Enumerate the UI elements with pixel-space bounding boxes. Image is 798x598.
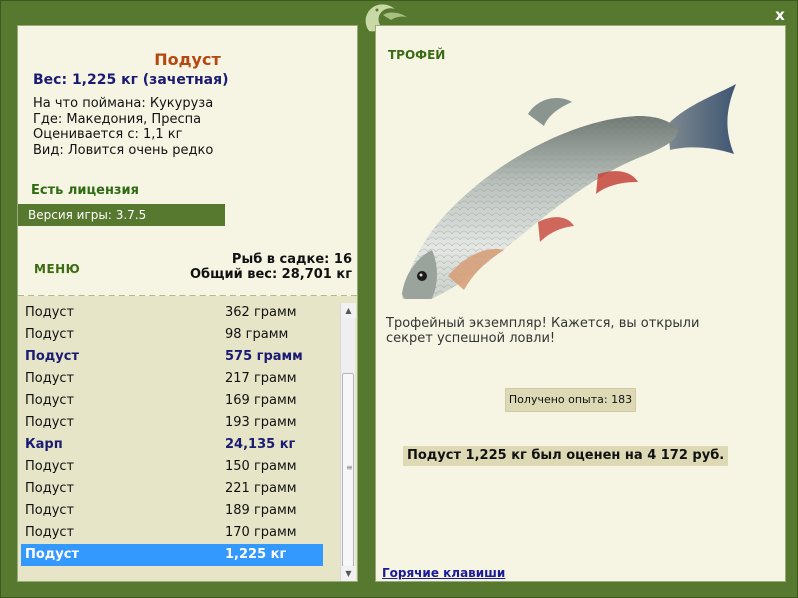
fish-weight: 193 грамм bbox=[225, 415, 297, 430]
list-item[interactable]: Подуст 170 грамм bbox=[21, 522, 323, 544]
close-icon: x bbox=[775, 6, 785, 24]
fish-weight: 575 грамм bbox=[225, 349, 303, 364]
trophy-panel: ТРОФЕЙ Трофейный экземпляр! Кажется, вы … bbox=[375, 25, 786, 582]
fish-name-title: Подуст bbox=[154, 50, 221, 69]
game-version: Версия игры: 3.7.5 bbox=[18, 204, 225, 226]
menu-button[interactable]: МЕНЮ bbox=[34, 262, 80, 276]
fish-name: Подуст bbox=[25, 415, 75, 430]
fish-weight: 362 грамм bbox=[225, 305, 297, 320]
list-item-trophy[interactable]: Карп 24,135 кг bbox=[21, 434, 323, 456]
fish-weight: 189 грамм bbox=[225, 503, 297, 518]
fish-image bbox=[402, 84, 736, 299]
list-item[interactable]: Подуст 362 грамм bbox=[21, 302, 323, 324]
fish-info-panel: Подуст Вес: 1,225 кг (зачетная) На что п… bbox=[17, 25, 358, 582]
keepnet-count: Рыб в садке: 16 bbox=[231, 252, 352, 267]
fish-name: Подуст bbox=[25, 393, 75, 408]
fish-name: Подуст bbox=[25, 503, 75, 518]
list-item[interactable]: Подуст 221 грамм bbox=[21, 478, 323, 500]
fish-weight: Вес: 1,225 кг (зачетная) bbox=[33, 72, 229, 88]
fish-weight: 170 грамм bbox=[225, 525, 297, 540]
list-item[interactable]: Подуст 98 грамм bbox=[21, 324, 323, 346]
xp-badge: Получено опыта: 183 bbox=[505, 388, 636, 412]
list-item[interactable]: Подуст 189 грамм bbox=[21, 500, 323, 522]
keepnet-total-weight: Общий вес: 28,701 кг bbox=[189, 267, 352, 282]
license-status: Есть лицензия bbox=[31, 183, 139, 198]
scroll-down-icon[interactable]: ▼ bbox=[341, 566, 356, 581]
trophy-message: Трофейный экземпляр! Кажется, вы открыли… bbox=[386, 316, 700, 346]
fish-weight: 98 грамм bbox=[225, 327, 289, 342]
fish-name: Подуст bbox=[25, 459, 75, 474]
fish-name: Подуст bbox=[25, 371, 75, 386]
fish-name: Подуст bbox=[25, 481, 75, 496]
fish-weight: 24,135 кг bbox=[225, 437, 296, 452]
scrollbar-thumb[interactable]: ≡ bbox=[342, 373, 354, 567]
list-item-selected[interactable]: Подуст 1,225 кг bbox=[21, 544, 323, 566]
catch-list-scrollbar[interactable]: ▲ ≡ ▼ bbox=[340, 303, 356, 581]
fish-name: Подуст bbox=[25, 547, 80, 562]
fish-name: Карп bbox=[25, 437, 63, 452]
catch-list: Подуст 362 грамм Подуст 98 грамм Подуст 575… bbox=[21, 302, 323, 566]
scroll-up-icon[interactable]: ▲ bbox=[341, 303, 356, 318]
close-button[interactable]: x bbox=[771, 6, 789, 24]
rarity-info: Вид: Ловится очень редко bbox=[33, 143, 214, 158]
list-item[interactable]: Подуст 193 грамм bbox=[21, 412, 323, 434]
fish-name: Подуст bbox=[25, 525, 75, 540]
list-item-trophy[interactable]: Подуст 575 грамм bbox=[21, 346, 323, 368]
grip-icon: ≡ bbox=[346, 463, 353, 472]
list-item[interactable]: Подуст 169 грамм bbox=[21, 390, 323, 412]
fish-weight: 1,225 кг bbox=[225, 547, 287, 562]
bait-info: На что поймана: Кукуруза bbox=[33, 96, 214, 111]
evaluation-text: Подуст 1,225 кг был оценен на 4 172 руб. bbox=[403, 446, 729, 466]
list-item[interactable]: Подуст 217 грамм bbox=[21, 368, 323, 390]
place-info: Где: Македония, Преспа bbox=[33, 112, 202, 127]
fish-name: Подуст bbox=[25, 349, 80, 364]
keepnet-stats: Рыб в садке: 16 Общий вес: 28,701 кг bbox=[190, 252, 352, 282]
list-item[interactable]: Подуст 150 грамм bbox=[21, 456, 323, 478]
fish-weight: 221 грамм bbox=[225, 481, 297, 496]
fish-weight: 169 грамм bbox=[225, 393, 297, 408]
game-window: x Подуст Вес: 1,225 кг (зачетная) На что… bbox=[0, 0, 798, 598]
fish-weight: 150 грамм bbox=[225, 459, 297, 474]
value-info: Оценивается с: 1,1 кг bbox=[33, 127, 183, 142]
fish-weight: 217 грамм bbox=[225, 371, 297, 386]
fish-name: Подуст bbox=[25, 305, 75, 320]
hotkeys-link[interactable]: Горячие клавиши bbox=[382, 566, 505, 580]
fish-name: Подуст bbox=[25, 327, 75, 342]
